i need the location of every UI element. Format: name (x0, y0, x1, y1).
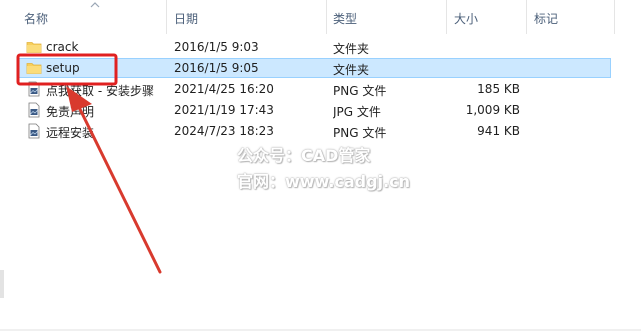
column-divider[interactable] (614, 0, 615, 34)
column-header-type[interactable]: 类型 (333, 10, 357, 27)
file-size: 185 KB (477, 82, 520, 96)
file-size: 941 KB (477, 124, 520, 138)
file-date: 2016/1/5 9:03 (174, 40, 259, 54)
file-type: 文件夹 (333, 42, 370, 56)
scroll-edge[interactable] (0, 270, 4, 298)
watermark-wechat: 公众号：CAD管家 (237, 146, 371, 165)
file-name: 免责声明 (46, 105, 95, 119)
column-header-date[interactable]: 日期 (174, 10, 198, 27)
file-row-remote-install[interactable]: 远程安装 2024/7/23 18:23 PNG 文件 941 KB (17, 121, 611, 141)
column-header-bar: 名称 日期 类型 大小 标记 (0, 0, 641, 34)
image-file-icon (28, 123, 40, 139)
file-row-setup[interactable]: setup 2016/1/5 9:05 文件夹 (17, 58, 611, 78)
file-type: PNG 文件 (333, 126, 387, 140)
file-type: JPG 文件 (333, 105, 381, 119)
file-name: 点我获取 - 安装步骤 (46, 84, 154, 98)
file-row-crack[interactable]: crack 2016/1/5 9:03 文件夹 (17, 37, 611, 57)
column-divider[interactable] (166, 0, 167, 34)
file-size: 1,009 KB (465, 103, 520, 117)
file-date: 2021/4/25 16:20 (174, 82, 274, 96)
file-name: setup (46, 61, 80, 75)
file-date: 2016/1/5 9:05 (174, 61, 259, 75)
column-divider[interactable] (446, 0, 447, 34)
file-explorer-window: 名称 日期 类型 大小 标记 crack 2016/1/5 9:03 文件夹 s… (0, 0, 641, 331)
image-file-icon (28, 102, 40, 118)
column-header-tag[interactable]: 标记 (534, 10, 558, 27)
column-header-size[interactable]: 大小 (454, 10, 478, 27)
file-name: crack (46, 40, 79, 54)
folder-icon (26, 63, 42, 74)
file-type: PNG 文件 (333, 84, 387, 98)
file-date: 2024/7/23 18:23 (174, 124, 274, 138)
image-file-icon (28, 81, 40, 97)
column-divider[interactable] (326, 0, 327, 34)
column-divider[interactable] (526, 0, 527, 34)
file-row-disclaimer[interactable]: 免责声明 2021/1/19 17:43 JPG 文件 1,009 KB (17, 100, 611, 120)
watermark-website: 官网：www.cadgj.cn (237, 172, 411, 191)
file-type: 文件夹 (333, 63, 370, 77)
column-header-name[interactable]: 名称 (24, 10, 48, 27)
folder-icon (26, 42, 42, 53)
file-name: 远程安装 (46, 126, 95, 140)
file-date: 2021/1/19 17:43 (174, 103, 274, 117)
sort-ascending-icon[interactable] (89, 0, 101, 10)
file-row-install-steps[interactable]: 点我获取 - 安装步骤 2021/4/25 16:20 PNG 文件 185 K… (17, 79, 611, 99)
